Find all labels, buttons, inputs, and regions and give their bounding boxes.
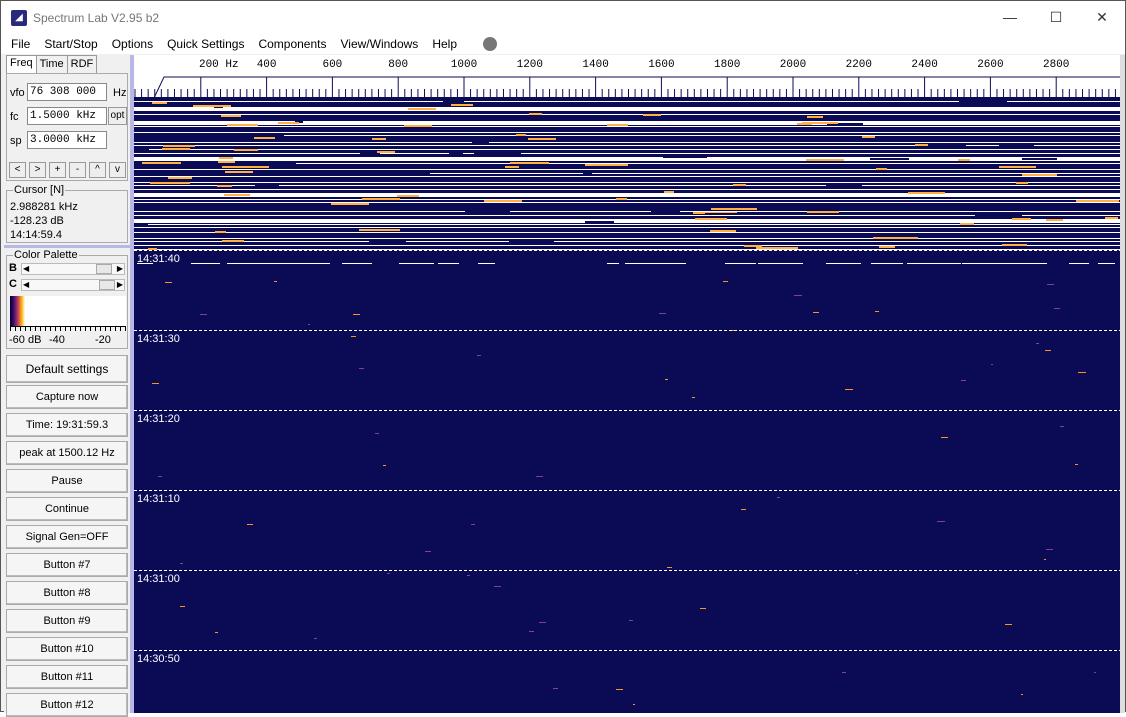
cursor-level: -128.23 dB	[10, 215, 64, 227]
color-palette-group: Color Palette B ◀ ▶ C ◀ ▶ -60 dB -40 -20	[6, 249, 128, 349]
panel-button-2[interactable]: Capture now	[6, 385, 128, 409]
time-label: 14:31:00	[137, 573, 180, 585]
axis-tick-label: 200 Hz	[199, 59, 239, 71]
palette-scale-label: -60 dB	[9, 334, 42, 346]
axis-tick-label: 2200	[846, 59, 872, 71]
axis-tick-label: 800	[388, 59, 408, 71]
axis-tick-label: 1400	[582, 59, 608, 71]
close-button[interactable]: ✕	[1079, 1, 1125, 34]
vfo-input[interactable]: 76 308 000	[27, 83, 107, 101]
title-bar: ◢ Spectrum Lab V2.95 b2 — ☐ ✕	[1, 1, 1125, 34]
zoom-out-button[interactable]: -	[69, 162, 86, 178]
cursor-group: Cursor [N] 2.988281 kHz -128.23 dB 14:14…	[6, 184, 128, 243]
time-gridline	[134, 650, 1122, 651]
panel-button-11[interactable]: Button #10	[6, 637, 128, 661]
axis-tick-label: 2600	[977, 59, 1003, 71]
menu-options[interactable]: Options	[112, 37, 153, 51]
tab-time[interactable]: Time	[35, 55, 68, 74]
panel-button-13[interactable]: Button #12	[6, 693, 128, 717]
satellite-dish-icon: ◢	[11, 9, 27, 26]
contrast-slider[interactable]: ◀ ▶	[21, 279, 125, 291]
freq-panel: vfo 76 308 000 Hz fc 1.5000 kHz opt sp 3…	[6, 73, 128, 181]
frequency-axis: 200 Hz 400 600 800 1000 1200 1400 1600 1800 2000 2…	[134, 55, 1122, 99]
scrollbar[interactable]	[1120, 55, 1125, 713]
axis-tick-label: 400	[257, 59, 277, 71]
window-title: Spectrum Lab V2.95 b2	[33, 10, 160, 25]
time-gridline	[134, 330, 1122, 331]
axis-tick-label: 1800	[714, 59, 740, 71]
panel-button-5[interactable]: Pause	[6, 469, 128, 493]
axis-tick-label: 1000	[451, 59, 477, 71]
zoom-in-button[interactable]: +	[49, 162, 66, 178]
cursor-freq: 2.988281 kHz	[10, 201, 78, 213]
cursor-time: 14:14:59.4	[10, 229, 62, 241]
time-label: 14:31:40	[137, 253, 180, 265]
time-gridline	[134, 490, 1122, 491]
brightness-slider[interactable]: ◀ ▶	[21, 263, 125, 275]
palette-scale-label: -40	[49, 334, 65, 346]
opt-button[interactable]: opt	[108, 107, 127, 125]
brightness-label: B	[9, 262, 17, 274]
menu-start-stop[interactable]: Start/Stop	[44, 37, 97, 51]
menu-view-windows[interactable]: View/Windows	[341, 37, 419, 51]
panel-button-10[interactable]: Button #9	[6, 609, 128, 633]
stop-icon[interactable]	[483, 37, 497, 51]
axis-tick-label: 2000	[780, 59, 806, 71]
step-left-button[interactable]: <	[9, 162, 26, 178]
axis-tick-label: 2800	[1043, 59, 1069, 71]
axis-tick-label: 1200	[517, 59, 543, 71]
color-palette-bar	[10, 296, 126, 326]
contrast-label: C	[9, 278, 17, 290]
menu-quick-settings[interactable]: Quick Settings	[167, 37, 244, 51]
axis-tick-label: 1600	[648, 59, 674, 71]
time-label: 14:31:20	[137, 413, 180, 425]
panel-button-6[interactable]: Continue	[6, 497, 128, 521]
vfo-unit: Hz	[113, 87, 127, 99]
tab-rdf[interactable]: RDF	[66, 55, 98, 74]
cursor-label: Cursor [N]	[13, 184, 66, 196]
fc-label: fc	[10, 111, 19, 123]
menu-help[interactable]: Help	[432, 37, 457, 51]
palette-scale-ticks	[10, 326, 126, 331]
menu-bar: File Start/Stop Options Quick Settings C…	[1, 34, 1125, 54]
app-window: ◢ Spectrum Lab V2.95 b2 — ☐ ✕ File Start…	[0, 0, 1126, 717]
step-right-button[interactable]: >	[29, 162, 46, 178]
waterfall-display[interactable]: 14:31:40 14:31:30 14:31:20 14:31:10 14:31:00…	[134, 99, 1122, 713]
maximize-button[interactable]: ☐	[1033, 1, 1079, 34]
panel-button-1[interactable]: Default settings	[6, 355, 128, 383]
minimize-button[interactable]: —	[987, 1, 1033, 34]
time-gridline	[134, 410, 1122, 411]
axis-tick-label: 600	[322, 59, 342, 71]
time-gridline	[134, 250, 1122, 251]
menu-components[interactable]: Components	[258, 37, 326, 51]
panel-button-3[interactable]: Time: 19:31:59.3	[6, 413, 128, 437]
sp-input[interactable]: 3.0000 kHz	[27, 131, 107, 149]
time-gridline	[134, 570, 1122, 571]
panel-button-12[interactable]: Button #11	[6, 665, 128, 689]
palette-scale-label: -20	[95, 334, 111, 346]
tab-freq[interactable]: Freq	[6, 55, 37, 74]
time-label: 14:30:50	[137, 653, 180, 665]
panel-button-8[interactable]: Button #7	[6, 553, 128, 577]
control-panel: Freq Time RDF vfo 76 308 000 Hz fc 1.500…	[4, 55, 130, 717]
step-down-button[interactable]: v	[109, 162, 126, 178]
menu-file[interactable]: File	[11, 37, 30, 51]
panel-button-9[interactable]: Button #8	[6, 581, 128, 605]
step-up-button[interactable]: ^	[89, 162, 106, 178]
fc-input[interactable]: 1.5000 kHz	[27, 107, 107, 125]
color-palette-label: Color Palette	[13, 249, 79, 261]
axis-tick-label: 2400	[911, 59, 937, 71]
panel-button-7[interactable]: Signal Gen=OFF	[6, 525, 128, 549]
vfo-label: vfo	[10, 87, 25, 99]
panel-button-4[interactable]: peak at 1500.12 Hz	[6, 441, 128, 465]
sp-label: sp	[10, 135, 22, 147]
time-label: 14:31:10	[137, 493, 180, 505]
time-label: 14:31:30	[137, 333, 180, 345]
